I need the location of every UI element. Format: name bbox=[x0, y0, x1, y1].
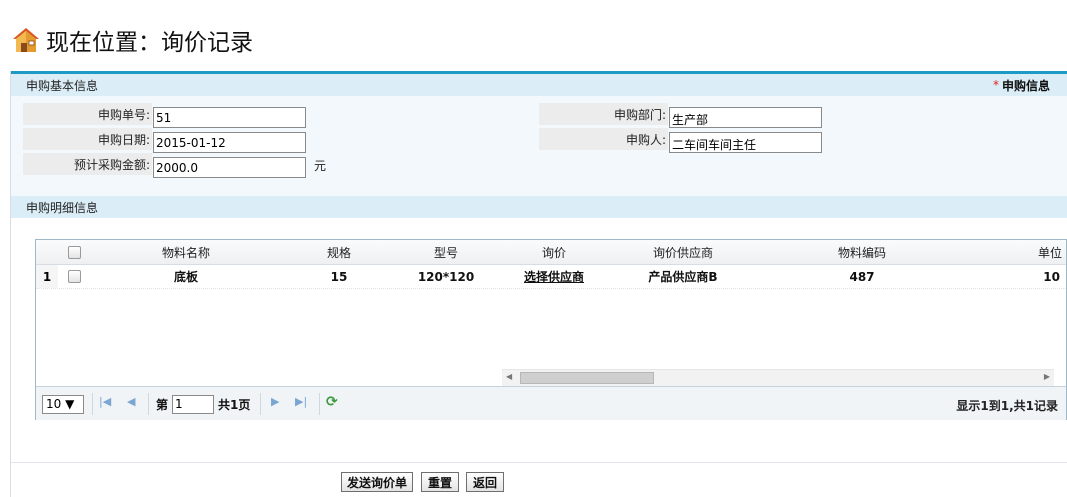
header-checkbox-cell bbox=[58, 240, 90, 264]
cell-supplier: 产品供应商B bbox=[648, 270, 718, 284]
section-header-detail: 申购明细信息 bbox=[11, 196, 1067, 218]
section-header-basic: 申购基本信息 * 申购信息 bbox=[11, 74, 1067, 96]
person-field[interactable]: 二车间车间主任 bbox=[669, 132, 822, 153]
cell-material-code: 487 bbox=[849, 269, 875, 284]
table-row[interactable]: 1 底板 15 120*120 选择供应商 产品供应商B 487 10 bbox=[36, 265, 1066, 289]
grid-header: 物料名称 规格 型号 询价 询价供应商 物料编码 单位 bbox=[36, 240, 1066, 265]
dept-label: 申购部门: bbox=[539, 103, 668, 125]
col-material-code[interactable]: 物料编码 bbox=[758, 240, 966, 264]
page-total-label: 共1页 bbox=[218, 398, 251, 412]
amount-field[interactable]: 2000.0 bbox=[153, 157, 306, 178]
pager-separator bbox=[319, 393, 320, 415]
scroll-right-icon[interactable]: ▶ bbox=[1044, 372, 1050, 381]
row-number: 1 bbox=[36, 265, 58, 288]
page-number-input[interactable]: 1 bbox=[172, 395, 214, 414]
row-checkbox[interactable] bbox=[67, 270, 81, 283]
footer-divider bbox=[11, 462, 1067, 463]
amount-unit: 元 bbox=[314, 159, 327, 173]
house-icon bbox=[13, 28, 39, 52]
main-panel: 申购基本信息 * 申购信息 申购单号: 51 申购日期: 2015-01-12 … bbox=[10, 71, 1067, 497]
refresh-icon[interactable]: ⟳ bbox=[326, 394, 338, 410]
select-all-checkbox[interactable] bbox=[67, 245, 81, 259]
col-material-name[interactable]: 物料名称 bbox=[90, 240, 282, 264]
page-size-select[interactable]: 10 ▼ bbox=[42, 395, 84, 414]
cell-material-name: 底板 bbox=[173, 270, 198, 284]
last-page-icon[interactable]: ▶| bbox=[295, 395, 307, 408]
cell-model: 120*120 bbox=[417, 269, 475, 284]
page-header: 现在位置：询价记录 bbox=[10, 22, 253, 58]
section-title-right: * 申购信息 bbox=[993, 74, 1050, 96]
page-title: 现在位置：询价记录 bbox=[46, 30, 253, 56]
pagination-info: 显示1到1,共1记录 bbox=[956, 399, 1058, 413]
date-field[interactable]: 2015-01-12 bbox=[153, 132, 306, 153]
pager-separator bbox=[148, 393, 149, 415]
person-label: 申购人: bbox=[539, 128, 668, 150]
amount-label: 预计采购金额: bbox=[23, 153, 152, 175]
col-unit[interactable]: 单位 bbox=[966, 240, 1064, 264]
order-no-field[interactable]: 51 bbox=[153, 107, 306, 128]
section-title-detail: 申购明细信息 bbox=[26, 200, 99, 215]
row-checkbox-cell bbox=[58, 265, 90, 288]
first-page-icon[interactable]: |◀ bbox=[99, 395, 111, 408]
col-inquiry[interactable]: 询价 bbox=[500, 240, 608, 264]
date-label: 申购日期: bbox=[23, 128, 152, 150]
pager-separator bbox=[260, 393, 261, 415]
back-button[interactable]: 返回 bbox=[466, 472, 504, 492]
scroll-thumb[interactable] bbox=[520, 372, 654, 384]
pager-separator bbox=[92, 393, 93, 415]
prev-page-icon[interactable]: ◀ bbox=[127, 395, 135, 408]
col-model[interactable]: 型号 bbox=[392, 240, 500, 264]
scroll-left-icon[interactable]: ◀ bbox=[506, 372, 512, 381]
dept-field[interactable]: 生产部 bbox=[669, 107, 822, 128]
reset-button[interactable]: 重置 bbox=[421, 472, 459, 492]
basic-info-area: 申购单号: 51 申购日期: 2015-01-12 预计采购金额: 2000.0… bbox=[11, 96, 1067, 196]
order-no-label: 申购单号: bbox=[23, 103, 152, 125]
section-title-basic: 申购基本信息 bbox=[26, 78, 99, 93]
send-inquiry-button[interactable]: 发送询价单 bbox=[341, 472, 413, 492]
col-supplier[interactable]: 询价供应商 bbox=[608, 240, 758, 264]
horizontal-scrollbar[interactable]: ◀ ▶ bbox=[502, 369, 1054, 386]
section-title-right-label: 申购信息 bbox=[1001, 78, 1050, 93]
col-spec[interactable]: 规格 bbox=[286, 240, 392, 264]
select-supplier-link[interactable]: 选择供应商 bbox=[524, 268, 584, 285]
required-star: * bbox=[992, 78, 999, 92]
next-page-icon[interactable]: ▶ bbox=[271, 395, 279, 408]
cell-spec: 15 bbox=[330, 269, 348, 284]
pagination-bar: 10 ▼ |◀ ◀ 第 1 共1页 ▶ ▶| ⟳ 显示1到1,共1记录 bbox=[36, 386, 1066, 420]
cell-inquiry: 选择供应商 bbox=[500, 265, 608, 288]
cell-unit: 10 bbox=[1043, 269, 1060, 284]
detail-grid: 物料名称 规格 型号 询价 询价供应商 物料编码 单位 1 底板 15 120*… bbox=[35, 239, 1067, 420]
page-prefix-label: 第 bbox=[156, 398, 169, 412]
